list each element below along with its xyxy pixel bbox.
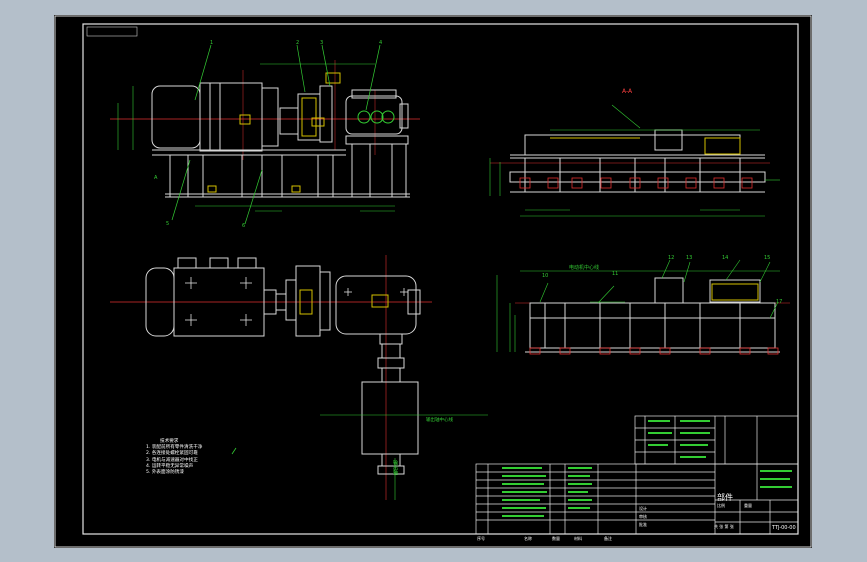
plan-view	[110, 255, 488, 500]
motor-plan	[145, 257, 277, 337]
coupling	[279, 72, 341, 143]
outer-frame	[54, 15, 812, 548]
bom-row-text	[502, 420, 792, 517]
drawing-sheet: A-A A 1 2 3 4 5 6 10 11 12 13 14 15 17 电…	[54, 15, 812, 548]
rear-section-view	[496, 259, 790, 355]
motor	[151, 82, 279, 152]
section-aa-view	[489, 104, 780, 217]
cad-drawing	[54, 15, 812, 548]
gearbox	[345, 89, 409, 135]
base-frame	[152, 135, 410, 198]
corner-code-box	[86, 26, 138, 37]
vertical-shaft	[361, 333, 419, 475]
front-view	[110, 44, 420, 225]
